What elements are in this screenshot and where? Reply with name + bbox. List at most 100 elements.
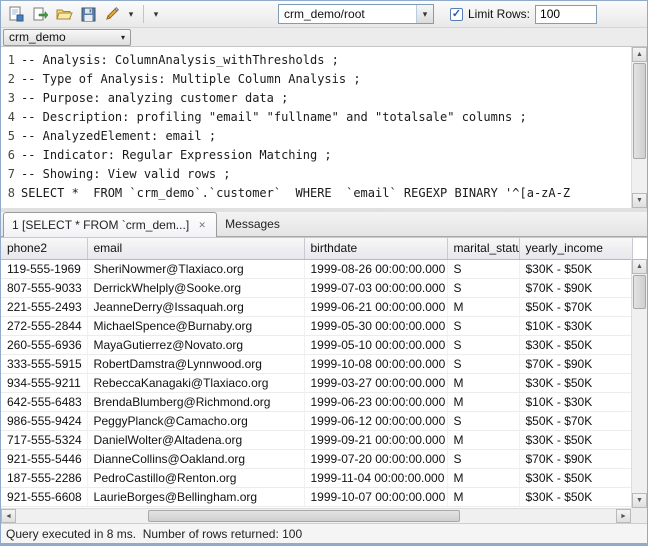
table-row[interactable]: 119-555-1969 SheriNowmer@Tlaxiaco.org 19… — [1, 259, 632, 278]
cell-yearly-income[interactable]: $10K - $30K — [519, 316, 632, 335]
table-vertical-scrollbar[interactable]: ▲ ▼ — [631, 259, 647, 508]
table-row[interactable]: 807-555-9033 DerrickWhelply@Sooke.org 19… — [1, 278, 632, 297]
table-row[interactable]: 986-555-9424 PeggyPlanck@Camacho.org 199… — [1, 411, 632, 430]
column-header[interactable]: phone2 — [1, 238, 87, 259]
scroll-up-icon[interactable]: ▲ — [632, 259, 647, 274]
save-icon[interactable] — [77, 3, 99, 25]
cell-yearly-income[interactable]: $70K - $90K — [519, 354, 632, 373]
cell-marital-status[interactable]: S — [447, 354, 519, 373]
cell-email[interactable]: MayaGutierrez@Novato.org — [87, 335, 304, 354]
chevron-down-icon[interactable]: ▾ — [416, 5, 433, 23]
schema-dropdown[interactable]: crm_demo ▾ — [3, 29, 131, 46]
cell-yearly-income[interactable]: $30K - $50K — [519, 468, 632, 487]
cell-phone2[interactable]: 333-555-5915 — [1, 354, 87, 373]
cell-birthdate[interactable]: 1999-07-03 00:00:00.000 — [304, 278, 447, 297]
export-icon[interactable] — [29, 3, 51, 25]
cell-birthdate[interactable]: 1999-06-21 00:00:00.000 — [304, 297, 447, 316]
table-row[interactable]: 921-555-5446 DianneCollins@Oakland.org 1… — [1, 449, 632, 468]
cell-phone2[interactable]: 934-555-9211 — [1, 373, 87, 392]
cell-email[interactable]: LaurieBorges@Bellingham.org — [87, 487, 304, 506]
cell-phone2[interactable]: 921-555-5446 — [1, 449, 87, 468]
scroll-right-icon[interactable]: ► — [616, 509, 631, 523]
cell-marital-status[interactable]: M — [447, 392, 519, 411]
table-row[interactable]: 717-555-5324 DanielWolter@Altadena.org 1… — [1, 430, 632, 449]
cell-phone2[interactable]: 986-555-9424 — [1, 411, 87, 430]
table-row[interactable]: 221-555-2493 JeanneDerry@Issaquah.org 19… — [1, 297, 632, 316]
actions-dropdown-icon[interactable]: ▾ — [150, 3, 162, 25]
cell-phone2[interactable]: 717-555-5324 — [1, 430, 87, 449]
cell-yearly-income[interactable]: $30K - $50K — [519, 373, 632, 392]
cell-yearly-income[interactable]: $30K - $50K — [519, 259, 632, 278]
cell-marital-status[interactable]: S — [447, 316, 519, 335]
scroll-down-icon[interactable]: ▼ — [632, 193, 647, 208]
cell-marital-status[interactable]: S — [447, 335, 519, 354]
cell-email[interactable]: PeggyPlanck@Camacho.org — [87, 411, 304, 430]
edit-icon[interactable] — [101, 3, 123, 25]
new-sql-icon[interactable] — [5, 3, 27, 25]
cell-birthdate[interactable]: 1999-10-08 00:00:00.000 — [304, 354, 447, 373]
cell-email[interactable]: DerrickWhelply@Sooke.org — [87, 278, 304, 297]
limit-rows-checkbox[interactable]: ✓ — [450, 8, 463, 21]
cell-yearly-income[interactable]: $10K - $30K — [519, 392, 632, 411]
cell-marital-status[interactable]: M — [447, 468, 519, 487]
cell-marital-status[interactable]: S — [447, 259, 519, 278]
column-header[interactable]: email — [87, 238, 304, 259]
cell-email[interactable]: JeanneDerry@Issaquah.org — [87, 297, 304, 316]
table-row[interactable]: 260-555-6936 MayaGutierrez@Novato.org 19… — [1, 335, 632, 354]
cell-birthdate[interactable]: 1999-06-12 00:00:00.000 — [304, 411, 447, 430]
cell-yearly-income[interactable]: $70K - $90K — [519, 449, 632, 468]
table-row[interactable]: 272-555-2844 MichaelSpence@Burnaby.org 1… — [1, 316, 632, 335]
cell-phone2[interactable]: 119-555-1969 — [1, 259, 87, 278]
sql-editor[interactable]: 1 -- Analysis: ColumnAnalysis_withThresh… — [1, 47, 647, 208]
cell-marital-status[interactable]: S — [447, 278, 519, 297]
cell-email[interactable]: DanielWolter@Altadena.org — [87, 430, 304, 449]
cell-marital-status[interactable]: S — [447, 449, 519, 468]
cell-email[interactable]: MichaelSpence@Burnaby.org — [87, 316, 304, 335]
cell-email[interactable]: DianneCollins@Oakland.org — [87, 449, 304, 468]
open-folder-icon[interactable] — [53, 3, 75, 25]
table-row[interactable]: 187-555-2286 PedroCastillo@Renton.org 19… — [1, 468, 632, 487]
cell-yearly-income[interactable]: $50K - $70K — [519, 411, 632, 430]
table-horizontal-scrollbar[interactable]: ◄ ► — [1, 508, 631, 523]
column-header[interactable]: birthdate — [304, 238, 447, 259]
chevron-down-icon[interactable]: ▾ — [116, 33, 130, 42]
limit-rows-input[interactable] — [535, 5, 597, 24]
cell-birthdate[interactable]: 1999-10-07 00:00:00.000 — [304, 487, 447, 506]
cell-yearly-income[interactable]: $30K - $50K — [519, 487, 632, 506]
cell-birthdate[interactable]: 1999-07-20 00:00:00.000 — [304, 449, 447, 468]
cell-yearly-income[interactable]: $50K - $70K — [519, 297, 632, 316]
cell-yearly-income[interactable]: $30K - $50K — [519, 430, 632, 449]
cell-email[interactable]: RobertDamstra@Lynnwood.org — [87, 354, 304, 373]
table-row[interactable]: 642-555-6483 BrendaBlumberg@Richmond.org… — [1, 392, 632, 411]
cell-birthdate[interactable]: 1999-11-04 00:00:00.000 — [304, 468, 447, 487]
table-row[interactable]: 333-555-5915 RobertDamstra@Lynnwood.org … — [1, 354, 632, 373]
cell-email[interactable]: PedroCastillo@Renton.org — [87, 468, 304, 487]
column-header[interactable]: yearly_income — [519, 238, 632, 259]
cell-phone2[interactable]: 921-555-6608 — [1, 487, 87, 506]
close-icon[interactable]: ✕ — [196, 219, 208, 231]
cell-marital-status[interactable]: M — [447, 297, 519, 316]
cell-marital-status[interactable]: S — [447, 411, 519, 430]
cell-birthdate[interactable]: 1999-06-23 00:00:00.000 — [304, 392, 447, 411]
connection-dropdown[interactable]: crm_demo/root ▾ — [278, 4, 434, 24]
cell-phone2[interactable]: 272-555-2844 — [1, 316, 87, 335]
tab-messages[interactable]: Messages — [217, 212, 288, 236]
cell-marital-status[interactable]: M — [447, 487, 519, 506]
cell-email[interactable]: RebeccaKanagaki@Tlaxiaco.org — [87, 373, 304, 392]
cell-email[interactable]: SheriNowmer@Tlaxiaco.org — [87, 259, 304, 278]
cell-marital-status[interactable]: M — [447, 430, 519, 449]
editor-vertical-scrollbar[interactable]: ▲ ▼ — [631, 47, 647, 208]
table-scrollbar-thumb[interactable] — [633, 275, 646, 309]
history-dropdown-icon[interactable]: ▾ — [125, 3, 137, 25]
cell-phone2[interactable]: 221-555-2493 — [1, 297, 87, 316]
cell-phone2[interactable]: 260-555-6936 — [1, 335, 87, 354]
scroll-down-icon[interactable]: ▼ — [632, 493, 647, 508]
scroll-up-icon[interactable]: ▲ — [632, 47, 647, 62]
column-header[interactable]: marital_status — [447, 238, 519, 259]
table-row[interactable]: 934-555-9211 RebeccaKanagaki@Tlaxiaco.or… — [1, 373, 632, 392]
cell-marital-status[interactable]: M — [447, 373, 519, 392]
cell-yearly-income[interactable]: $30K - $50K — [519, 335, 632, 354]
cell-birthdate[interactable]: 1999-09-21 00:00:00.000 — [304, 430, 447, 449]
tab-result-set[interactable]: 1 [SELECT * FROM `crm_dem...] ✕ — [3, 212, 217, 237]
horizontal-scroll-track[interactable] — [16, 509, 616, 523]
